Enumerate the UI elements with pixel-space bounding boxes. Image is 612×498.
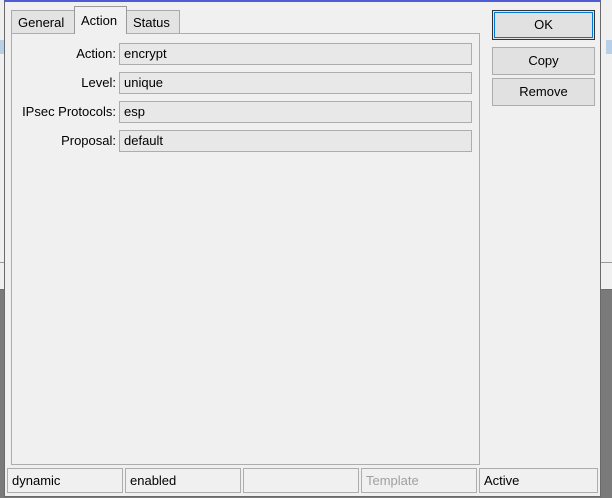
proposal-label: Proposal:: [61, 133, 116, 148]
proposal-row: Proposal: default: [12, 130, 477, 152]
proposal-field[interactable]: default: [119, 130, 472, 152]
tab-general[interactable]: General: [11, 10, 75, 33]
background-selection-right: [606, 40, 612, 54]
action-label: Action:: [76, 46, 116, 61]
status-enabled: enabled: [125, 468, 241, 493]
tab-status[interactable]: Status: [126, 10, 180, 33]
status-dynamic: dynamic: [7, 468, 123, 493]
tab-action[interactable]: Action: [74, 6, 127, 34]
ipsec-protocols-label: IPsec Protocols:: [22, 104, 116, 119]
status-empty: [243, 468, 359, 493]
ipsec-protocols-field[interactable]: esp: [119, 101, 472, 123]
ok-button[interactable]: OK: [492, 10, 595, 40]
level-field[interactable]: unique: [119, 72, 472, 94]
remove-button[interactable]: Remove: [492, 78, 595, 106]
level-label: Level:: [81, 75, 116, 90]
ipsec-protocols-row: IPsec Protocols: esp: [12, 101, 477, 123]
ipsec-policy-dialog: General Action Status Action: encrypt Le…: [4, 0, 601, 497]
action-field[interactable]: encrypt: [119, 43, 472, 65]
status-active: Active: [479, 468, 598, 493]
copy-button[interactable]: Copy: [492, 47, 595, 75]
level-row: Level: unique: [12, 72, 477, 94]
action-tab-panel: Action: encrypt Level: unique IPsec Prot…: [11, 33, 480, 465]
status-template: Template: [361, 468, 477, 493]
action-row: Action: encrypt: [12, 43, 477, 65]
status-bar: dynamic enabled Template Active: [7, 468, 598, 493]
